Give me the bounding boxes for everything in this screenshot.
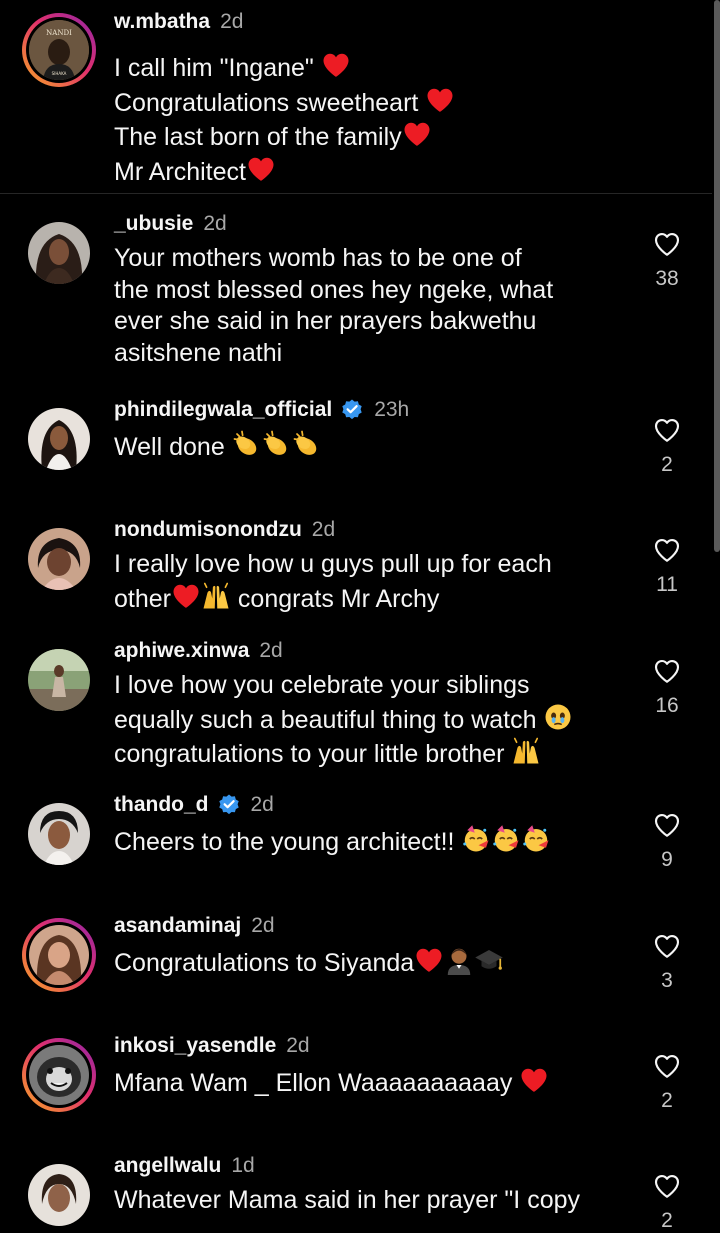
like-button[interactable]: 2: [640, 1051, 694, 1113]
timestamp: 2d: [220, 10, 244, 33]
student-icon: [444, 945, 474, 975]
clapping-hands-icon: [262, 429, 292, 459]
username[interactable]: inkosi_yasendle: [114, 1034, 276, 1057]
like-count: 2: [661, 1089, 673, 1112]
avatar[interactable]: [28, 649, 90, 711]
username[interactable]: phindilegwala_official: [114, 398, 332, 421]
timestamp: 2d: [259, 639, 283, 662]
timestamp: 2d: [311, 518, 336, 541]
verified-badge-icon: [217, 792, 241, 816]
partying-face-icon: [461, 824, 491, 854]
red-heart-icon: [171, 581, 201, 611]
avatar[interactable]: [28, 528, 90, 590]
raising-hands-icon: [201, 581, 231, 611]
red-heart-icon: [519, 1065, 549, 1095]
heart-outline-icon[interactable]: [652, 810, 682, 840]
timestamp: 2d: [203, 212, 227, 235]
like-count: 3: [661, 969, 673, 992]
timestamp: 2d: [286, 1034, 310, 1057]
heart-outline-icon[interactable]: [652, 656, 682, 686]
avatar[interactable]: [28, 408, 90, 470]
timestamp: 23h: [374, 398, 410, 421]
partying-face-icon: [521, 824, 551, 854]
clapping-hands-icon: [232, 429, 262, 459]
verified-badge-icon: [340, 397, 364, 421]
timestamp: 1d: [231, 1154, 255, 1177]
partying-face-icon: [491, 824, 521, 854]
post-caption: NANDI SIHAKA w.mbatha 2d I call him "Inga…: [0, 0, 712, 194]
avatar[interactable]: NANDI SIHAKA: [22, 13, 96, 87]
caption-text: I call him "Ingane" Congratulations swee…: [114, 50, 455, 188]
heart-outline-icon[interactable]: [652, 1171, 682, 1201]
like-count: 16: [655, 694, 679, 717]
face-holding-back-tears-icon: [543, 702, 573, 732]
like-count: 38: [655, 267, 679, 290]
like-count: 2: [661, 1209, 673, 1232]
like-count: 11: [656, 573, 678, 596]
comment-text: Your mothers womb has to be one of the m…: [114, 244, 554, 367]
username[interactable]: asandaminaj: [114, 914, 241, 937]
heart-outline-icon[interactable]: [652, 535, 682, 565]
heart-outline-icon[interactable]: [652, 1051, 682, 1081]
heart-outline-icon[interactable]: [652, 931, 682, 961]
comment-text: I really love how u guys pull up for eac…: [114, 550, 552, 613]
heart-outline-icon[interactable]: [652, 415, 682, 445]
red-heart-icon: [402, 119, 432, 149]
username[interactable]: angellwalu: [114, 1154, 221, 1177]
like-button[interactable]: 11: [640, 535, 694, 597]
red-heart-icon: [414, 945, 444, 975]
like-button[interactable]: 2: [640, 415, 694, 477]
raising-hands-icon: [511, 736, 541, 766]
comment-text: Well done: [114, 429, 322, 464]
comment-text: Cheers to the young architect!!: [114, 824, 551, 859]
username[interactable]: nondumisonondzu: [114, 518, 302, 541]
heart-outline-icon[interactable]: [652, 229, 682, 259]
avatar[interactable]: [28, 1164, 90, 1226]
clapping-hands-icon: [292, 429, 322, 459]
scrollbar[interactable]: [714, 0, 720, 552]
comment-text: I love how you celebrate your siblings e…: [114, 670, 573, 771]
like-button[interactable]: 38: [640, 229, 694, 291]
username[interactable]: aphiwe.xinwa: [114, 639, 249, 662]
like-button[interactable]: 16: [640, 656, 694, 718]
red-heart-icon: [246, 154, 276, 184]
comment-text: Congratulations to Siyanda: [114, 945, 504, 980]
like-button[interactable]: 9: [640, 810, 694, 872]
avatar[interactable]: [28, 803, 90, 865]
like-count: 9: [661, 848, 673, 871]
comment-text: Mfana Wam _ Ellon Waaaaaaaaaay: [114, 1065, 549, 1100]
timestamp: 2d: [250, 793, 274, 816]
username[interactable]: thando_d: [114, 793, 209, 816]
avatar[interactable]: [28, 222, 90, 284]
username[interactable]: w.mbatha: [114, 10, 210, 33]
like-button[interactable]: 3: [640, 931, 694, 993]
timestamp: 2d: [251, 914, 275, 937]
username[interactable]: _ubusie: [114, 212, 193, 235]
avatar-subtitle-text: SIHAKA: [52, 71, 67, 76]
avatar[interactable]: [22, 1038, 96, 1112]
avatar[interactable]: [22, 918, 96, 992]
like-count: 2: [661, 453, 673, 476]
red-heart-icon: [425, 85, 455, 115]
avatar-title-text: NANDI: [46, 29, 72, 37]
like-button[interactable]: 2: [640, 1171, 694, 1233]
comment-text: Whatever Mama said in her prayer "I copy: [114, 1186, 581, 1214]
red-heart-icon: [321, 50, 351, 80]
graduation-cap-icon: [474, 945, 504, 975]
